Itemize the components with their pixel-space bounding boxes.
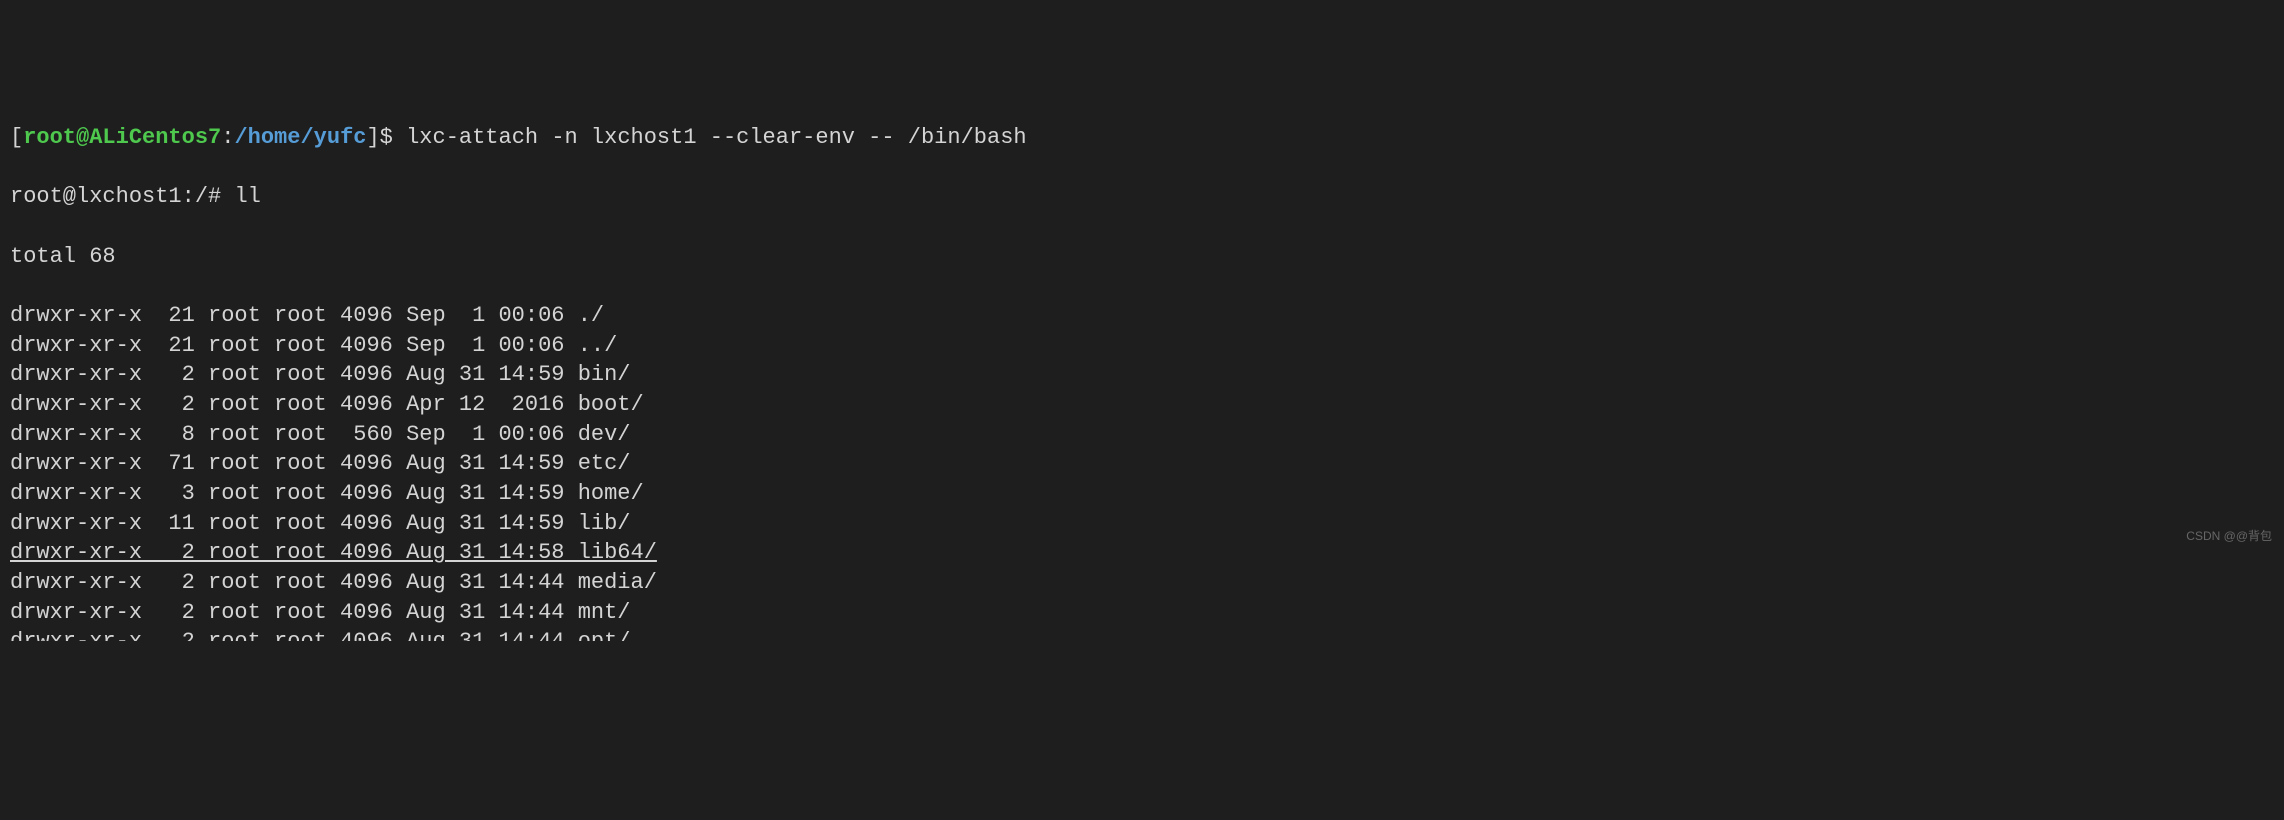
list-row: drwxr-xr-x 71 root root 4096 Aug 31 14:5… [10,449,2274,479]
list-row: drwxr-xr-x 3 root root 4096 Aug 31 14:59… [10,479,2274,509]
cwd-path: /home/yufc [234,125,366,150]
bracket-open: [ [10,125,23,150]
list-row: drwxr-xr-x 2 root root 4096 Aug 31 14:44… [10,568,2274,598]
user-host: root@ALiCentos7 [23,125,221,150]
list-row: drwxr-xr-x 2 root root 4096 Aug 31 14:44… [10,598,2274,628]
command-2: ll [234,184,260,209]
file-listing: drwxr-xr-x 21 root root 4096 Sep 1 00:06… [10,301,2274,642]
command-1: lxc-attach -n lxchost1 --clear-env -- /b… [406,125,1027,150]
prompt-line-2[interactable]: root@lxchost1:/# ll [10,182,2274,212]
list-row: drwxr-xr-x 2 root root 4096 Aug 31 14:59… [10,360,2274,390]
total-line: total 68 [10,242,2274,272]
inner-prompt: root@lxchost1:/# [10,184,234,209]
list-row: drwxr-xr-x 8 root root 560 Sep 1 00:06 d… [10,420,2274,450]
bracket-close: ]$ [366,125,406,150]
list-row: drwxr-xr-x 2 root root 4096 Apr 12 2016 … [10,390,2274,420]
list-row: drwxr-xr-x 21 root root 4096 Sep 1 00:06… [10,331,2274,361]
watermark: CSDN @@背包 [2186,528,2272,544]
list-row: drwxr-xr-x 11 root root 4096 Aug 31 14:5… [10,509,2274,539]
list-row: drwxr-xr-x 2 root root 4096 Aug 31 14:44… [10,627,2274,641]
list-row: drwxr-xr-x 21 root root 4096 Sep 1 00:06… [10,301,2274,331]
prompt-line-1[interactable]: [root@ALiCentos7:/home/yufc]$ lxc-attach… [10,123,2274,153]
list-row: drwxr-xr-x 2 root root 4096 Aug 31 14:58… [10,538,2274,568]
colon: : [221,125,234,150]
